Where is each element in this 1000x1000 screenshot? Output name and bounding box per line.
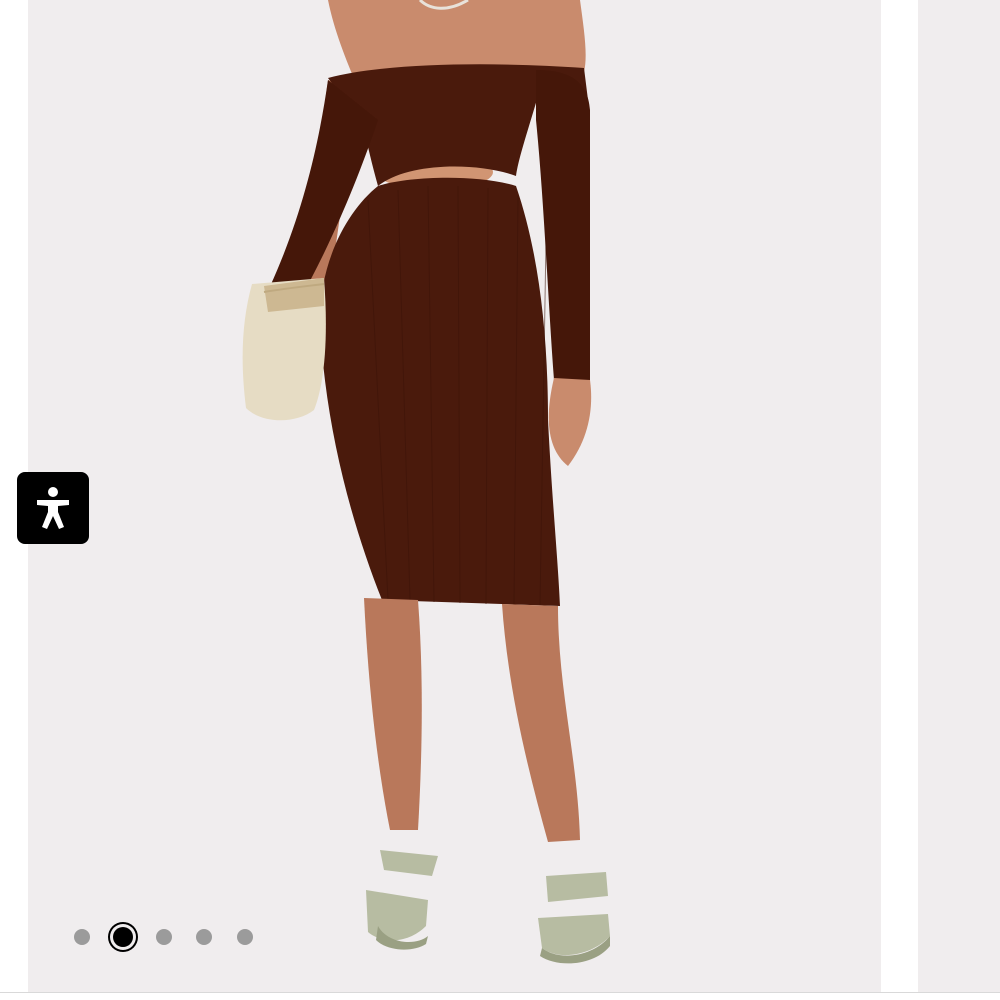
- pagination-dot-1[interactable]: [74, 929, 90, 945]
- accessibility-button[interactable]: [17, 472, 89, 544]
- pagination-dot-3[interactable]: [156, 929, 172, 945]
- product-image-slide[interactable]: [28, 0, 881, 992]
- product-gallery-viewport: [0, 0, 1000, 1000]
- next-product-image-peek[interactable]: [918, 0, 1000, 992]
- pagination-dot-5[interactable]: [237, 929, 253, 945]
- product-photo: [242, 0, 610, 964]
- accessibility-person-icon: [37, 487, 69, 529]
- page-bottom-divider: [0, 992, 1000, 1000]
- pagination-dot-4[interactable]: [196, 929, 212, 945]
- pagination-dot-2-active[interactable]: [113, 927, 133, 947]
